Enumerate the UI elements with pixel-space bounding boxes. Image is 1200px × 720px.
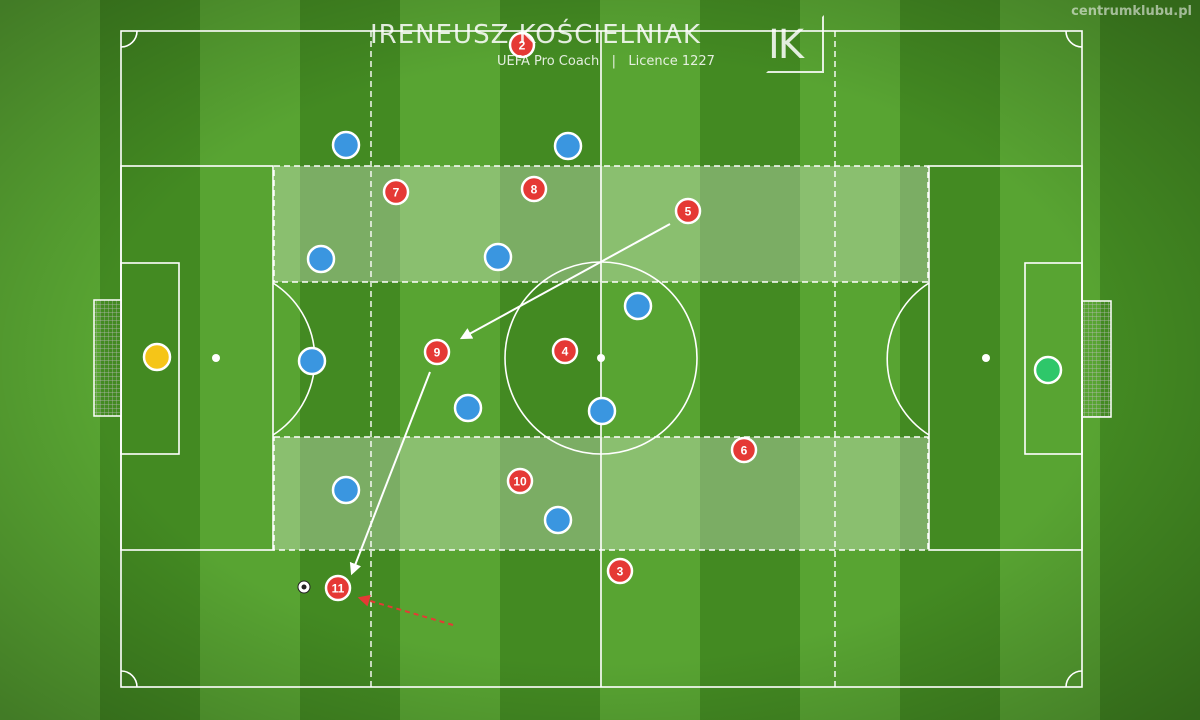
red-player-8: 8: [520, 175, 548, 203]
blue-player: [483, 242, 513, 272]
red-player-number: 4: [562, 345, 569, 359]
red-player-6: 6: [730, 436, 758, 464]
left-goal-net: [93, 299, 122, 417]
red-player-number: 5: [685, 205, 692, 219]
red-player-number: 9: [434, 346, 441, 360]
red-player-number: 6: [741, 444, 748, 458]
coach-subtitle: UEFA Pro Coach | Licence 1227: [497, 54, 715, 69]
blue-player: [623, 291, 653, 321]
red-player-9: 9: [423, 338, 451, 366]
blue-player: [553, 131, 583, 161]
red-player-number: 11: [332, 582, 345, 596]
right-penalty-spot: [982, 354, 990, 362]
red-player-7: 7: [382, 178, 410, 206]
red-player-11: 11: [324, 574, 352, 602]
blue-player: [331, 130, 361, 160]
red-player-5: 5: [674, 197, 702, 225]
ball: [297, 580, 311, 594]
red-player-4: 4: [551, 337, 579, 365]
blue-player: [453, 393, 483, 423]
site-watermark: centrumklubu.pl: [1071, 4, 1192, 19]
left-penalty-spot: [212, 354, 220, 362]
logo-letters: IK: [768, 22, 804, 68]
red-player-10: 10: [506, 467, 534, 495]
football-pitch-diagram: 27 859 4610311: [0, 0, 1200, 720]
centre-spot: [597, 354, 605, 362]
blue-player: [543, 505, 573, 535]
red-player-number: 8: [531, 183, 538, 197]
red-player-3: 3: [606, 557, 634, 585]
blue-player: [587, 396, 617, 426]
goalkeeper-right: [1033, 355, 1063, 385]
red-player-number: 7: [393, 186, 400, 200]
goalkeeper-left: [142, 342, 172, 372]
blue-player: [297, 346, 327, 376]
red-player-number: 3: [617, 565, 624, 579]
right-goal-net: [1081, 300, 1112, 418]
red-player-number: 10: [513, 475, 527, 489]
blue-player: [331, 475, 361, 505]
coach-name: IRENEUSZ KOŚCIELNIAK: [370, 20, 701, 50]
blue-player: [306, 244, 336, 274]
